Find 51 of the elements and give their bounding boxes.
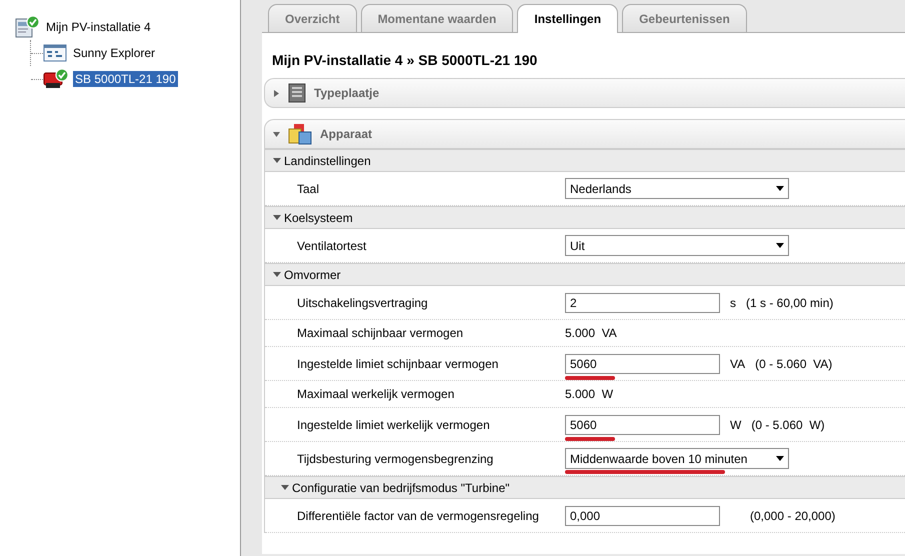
setting-label: Uitschakelingsvertraging bbox=[296, 296, 429, 310]
section-title: Landinstellingen bbox=[284, 154, 371, 168]
panel-title: Typeplaatje bbox=[314, 86, 380, 100]
input-field[interactable]: 0,000 bbox=[565, 506, 720, 526]
setting-label: Differentiële factor van de vermogensregeling bbox=[296, 508, 540, 522]
tree-item[interactable]: SB 5000TL-21 190 bbox=[73, 71, 178, 87]
panel-header[interactable]: Apparaat bbox=[264, 119, 905, 149]
section-title: Koelsysteem bbox=[284, 210, 353, 224]
unit-label: s bbox=[730, 296, 736, 310]
caret-down-icon[interactable] bbox=[273, 272, 281, 278]
window-icon bbox=[43, 43, 67, 63]
section-title: Configuratie van bedrijfsmodus "Turbine" bbox=[292, 480, 510, 494]
input-field[interactable]: 5060 bbox=[565, 414, 720, 434]
caret-down-icon bbox=[776, 456, 784, 461]
caret-down-icon[interactable] bbox=[281, 484, 289, 490]
caret-down-icon[interactable] bbox=[273, 214, 281, 220]
tab[interactable]: Overzicht bbox=[268, 4, 357, 32]
tree-item[interactable]: Mijn PV-installatie 4 bbox=[44, 19, 153, 35]
panel-header[interactable]: Typeplaatje bbox=[264, 78, 905, 108]
setting-label: Ingestelde limiet werkelijk vermogen bbox=[296, 418, 491, 432]
tab[interactable]: Gebeurtenissen bbox=[622, 4, 747, 32]
section-title: Omvormer bbox=[284, 268, 341, 282]
tree-item[interactable]: Sunny Explorer bbox=[71, 45, 158, 61]
nameplate-icon bbox=[288, 83, 306, 103]
setting-label: Maximaal werkelijk vermogen bbox=[296, 387, 456, 401]
setting-value: 5.000 W bbox=[565, 387, 614, 401]
dropdown[interactable]: Uit bbox=[565, 235, 789, 256]
setting-label: Ventilatortest bbox=[296, 238, 368, 252]
panel-title: Apparaat bbox=[320, 127, 372, 141]
tab[interactable]: Instellingen bbox=[517, 4, 618, 33]
setting-value: 5.000 VA bbox=[565, 326, 617, 340]
setting-label: Maximaal schijnbaar vermogen bbox=[296, 326, 464, 340]
setting-label: Ingestelde limiet schijnbaar vermogen bbox=[296, 356, 500, 370]
range-label: (1 s - 60,00 min) bbox=[746, 296, 834, 310]
setting-label: Tijdsbesturing vermogensbegrenzing bbox=[296, 452, 494, 466]
device-icon bbox=[288, 123, 312, 145]
range-label: (0 - 5.060 W) bbox=[751, 418, 825, 432]
dropdown[interactable]: Nederlands bbox=[565, 178, 789, 199]
input-field[interactable]: 5060 bbox=[565, 354, 720, 374]
unit-label: W bbox=[730, 418, 742, 432]
dropdown[interactable]: Middenwaarde boven 10 minuten bbox=[565, 448, 789, 469]
range-label: (0 - 5.060 VA) bbox=[755, 356, 832, 370]
unit-label: VA bbox=[730, 356, 746, 370]
tab[interactable]: Momentane waarden bbox=[360, 4, 514, 32]
caret-down-icon[interactable] bbox=[273, 158, 281, 164]
range-label: (0,000 - 20,000) bbox=[750, 508, 836, 522]
input-field[interactable]: 2 bbox=[565, 292, 720, 312]
setting-label: Taal bbox=[296, 182, 320, 196]
caret-down-icon bbox=[776, 243, 784, 248]
caret-down-icon bbox=[776, 186, 784, 191]
page-title: Mijn PV-installatie 4 » SB 5000TL-21 190 bbox=[272, 52, 538, 68]
